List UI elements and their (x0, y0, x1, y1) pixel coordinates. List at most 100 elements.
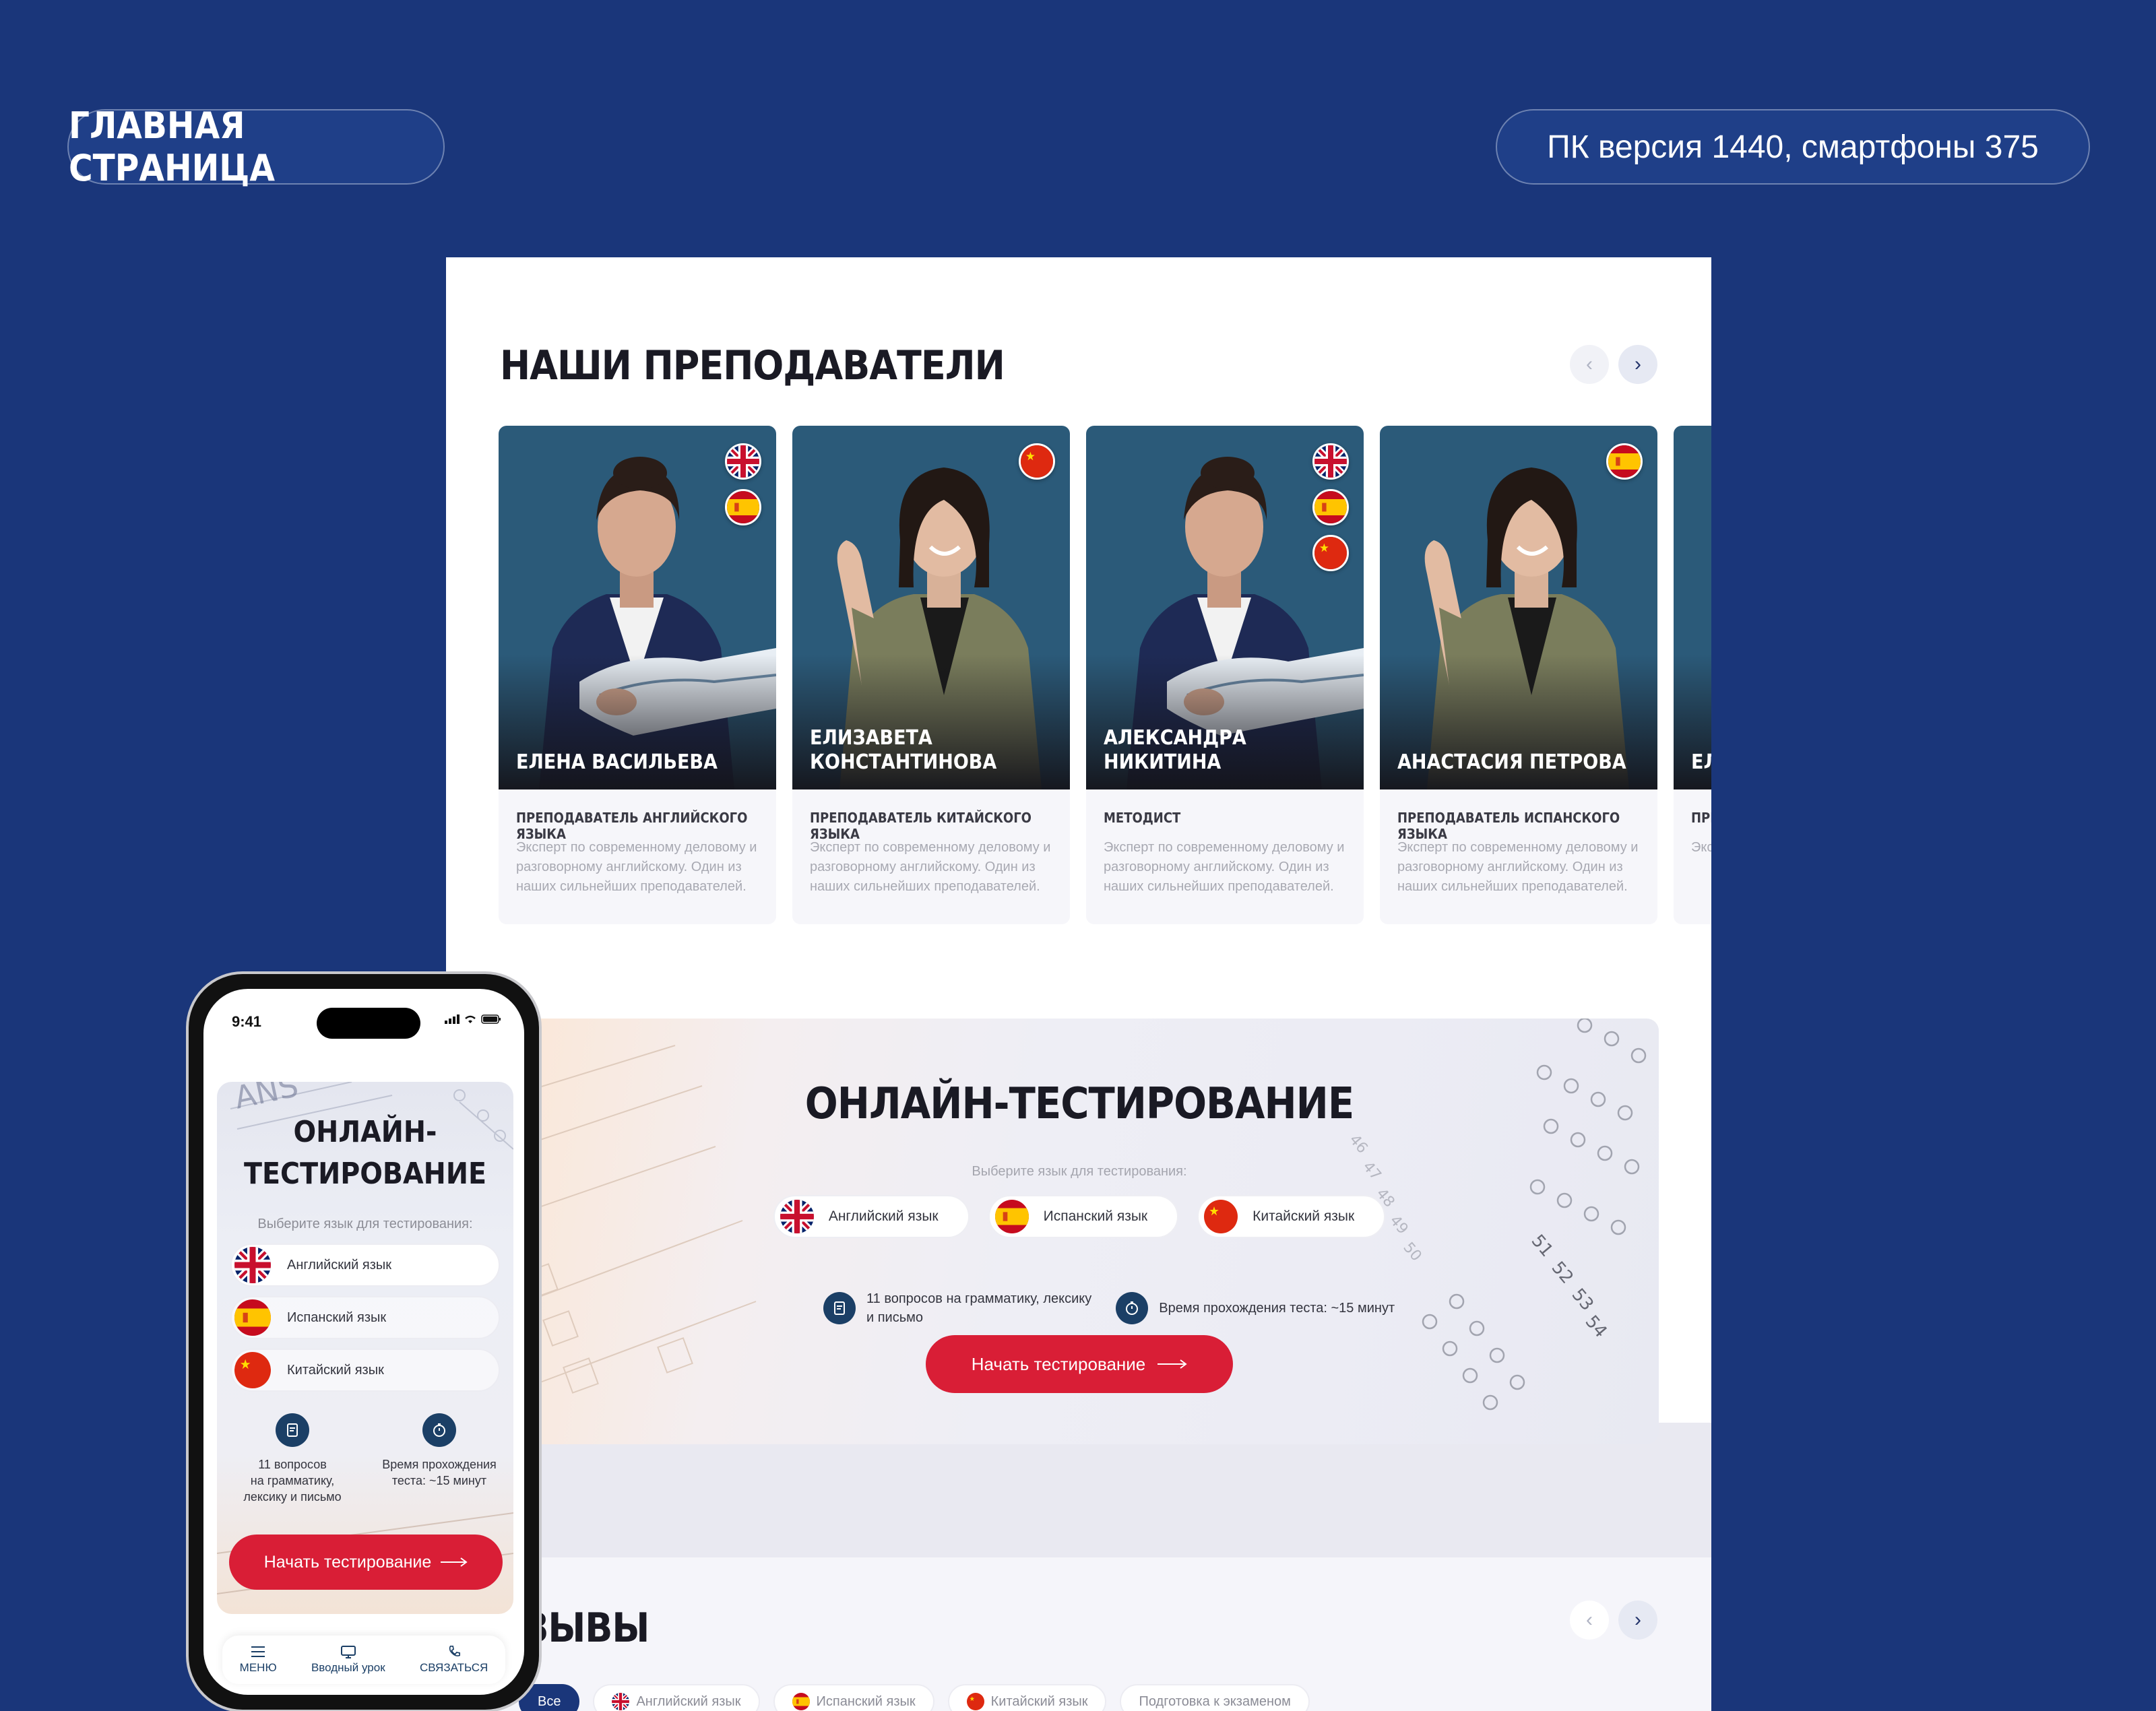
test-sheet-icon (823, 1292, 856, 1324)
testing-title: ОНЛАЙН-ТЕСТИРОВАНИЕ (804, 1079, 1354, 1129)
teacher-name: ЕЛЕНА ВАСИЛЬЕВА (516, 750, 718, 774)
teacher-card-partial[interactable]: ЕЛ ПРЕ Экс деп анг сил (1674, 426, 1711, 924)
mobile-language-english[interactable]: Английский язык (230, 1244, 500, 1287)
teacher-photo: ЕЛ (1674, 426, 1711, 789)
teachers-next-button[interactable]: › (1618, 345, 1657, 384)
tab-contact[interactable]: СВЯЗАТЬСЯ (420, 1645, 488, 1675)
teacher-card[interactable]: ЕЛЕНА ВАСИЛЬЕВА ПРЕПОДАВАТЕЛЬ АНГЛИЙСКОГ… (499, 426, 776, 924)
filter-english[interactable]: Английский язык (593, 1684, 760, 1711)
chevron-left-icon: ‹ (1586, 1609, 1593, 1631)
questions-info: 11 вопросов на грамматику, лексику и пис… (823, 1289, 1091, 1327)
teacher-role: МЕТОДИСТ (1104, 810, 1181, 826)
teacher-name: АНАСТАСИЯ ПЕТРОВА (1397, 750, 1626, 774)
teacher-photo: АЛЕКСАНДРА НИКИТИНА (1086, 426, 1364, 789)
teacher-name: ЕЛИЗАВЕТА КОНСТАНТИНОВА (810, 726, 997, 774)
china-flag-icon (1312, 535, 1349, 571)
teacher-description: Эксперт по современному деловому и разго… (810, 840, 1051, 894)
teacher-name: ЕЛ (1691, 750, 1711, 774)
svg-text:46: 46 (1345, 1132, 1370, 1157)
filter-label: Английский язык (636, 1693, 741, 1709)
spain-flag-icon (792, 1693, 810, 1710)
start-testing-label: Начать тестирование (263, 1552, 432, 1572)
reviews-next-button[interactable]: › (1618, 1601, 1657, 1640)
language-label: Китайский язык (1253, 1208, 1355, 1224)
status-icons (445, 1014, 501, 1024)
desktop-mockup: НАШИ ПРЕПОДАВАТЕЛИ ‹ › ЕЛЕНА ВАСИЛЬЕВА П… (446, 257, 1711, 1711)
mobile-time-info: Время прохождения теста: ~15 минут (372, 1413, 507, 1489)
uk-flag-icon (1312, 443, 1349, 480)
uk-flag-icon (234, 1247, 271, 1283)
teacher-name: АЛЕКСАНДРА НИКИТИНА (1104, 726, 1246, 774)
phone-mockup: 9:41 ANS ОНЛАЙН- ТЕСТИРОВАНИЕ Выберите я… (186, 971, 542, 1711)
teacher-card[interactable]: АНАСТАСИЯ ПЕТРОВА ПРЕПОДАВАТЕЛЬ ИСПАНСКО… (1380, 426, 1657, 924)
filter-exam-prep[interactable]: Подготовка к экзаменом (1120, 1684, 1310, 1711)
teacher-card[interactable]: АЛЕКСАНДРА НИКИТИНА МЕТОДИСТ Эксперт по … (1086, 426, 1364, 924)
versions-label-pill: ПК версия 1440, смартфоны 375 (1496, 109, 2090, 185)
mobile-time-l1: Время прохождения (382, 1458, 497, 1471)
arrow-right-icon (1158, 1359, 1187, 1369)
filter-label: Китайский язык (990, 1693, 1088, 1709)
teachers-title: НАШИ ПРЕПОДАВАТЕЛИ (500, 342, 1005, 389)
teacher-description: Эксперт по современному деловому и разго… (1397, 840, 1639, 894)
mobile-title-line2: ТЕСТИРОВАНИЕ (244, 1157, 486, 1191)
mobile-language-chinese[interactable]: Китайский язык (230, 1349, 500, 1392)
testing-banner: 46 47 48 49 50 51 52 53 54 ОНЛАЙН-ТЕСТИР… (500, 1019, 1659, 1444)
tab-label: Вводный урок (311, 1661, 385, 1674)
menu-icon (251, 1646, 265, 1657)
reviews-prev-button[interactable]: ‹ (1570, 1601, 1609, 1640)
teacher-description: Экс деп анг сил (1691, 840, 1711, 855)
page-label-pill: ГЛАВНАЯ СТРАНИЦА (67, 104, 445, 189)
questions-info-line1: 11 вопросов на грамматику, лексику (866, 1291, 1092, 1306)
uk-flag-icon (725, 443, 761, 480)
mobile-language-spanish[interactable]: Испанский язык (230, 1296, 500, 1339)
time-info-text: Время прохождения теста: ~15 минут (1159, 1301, 1395, 1316)
filter-label: Подготовка к экзаменом (1139, 1693, 1291, 1709)
spain-flag-icon (995, 1200, 1029, 1233)
phone-screen: 9:41 ANS ОНЛАЙН- ТЕСТИРОВАНИЕ Выберите я… (203, 989, 524, 1695)
tab-label: МЕНЮ (239, 1661, 277, 1674)
mobile-start-testing-button[interactable]: Начать тестирование (229, 1535, 503, 1590)
teacher-photo: АНАСТАСИЯ ПЕТРОВА (1380, 426, 1657, 789)
filter-label: Все (538, 1693, 561, 1709)
chevron-right-icon: › (1635, 1609, 1641, 1631)
teacher-description: Эксперт по современному деловому и разго… (516, 840, 757, 894)
page-label: ГЛАВНАЯ СТРАНИЦА (69, 104, 275, 189)
language-option-english[interactable]: Английский язык (773, 1195, 970, 1238)
start-testing-button[interactable]: Начать тестирование (926, 1335, 1233, 1393)
mobile-questions-l3: лексику и письмо (243, 1490, 342, 1504)
testing-info: 11 вопросов на грамматику, лексику и пис… (823, 1289, 1395, 1327)
filter-spanish[interactable]: Испанский язык (773, 1684, 934, 1711)
start-testing-label: Начать тестирование (971, 1353, 1146, 1374)
mobile-testing-title: ОНЛАЙН- ТЕСТИРОВАНИЕ (217, 1111, 513, 1195)
mobile-testing-card: ANS ОНЛАЙН- ТЕСТИРОВАНИЕ Выберите язык д… (217, 1082, 513, 1614)
monitor-icon (340, 1646, 356, 1658)
teachers-carousel: ЕЛЕНА ВАСИЛЬЕВА ПРЕПОДАВАТЕЛЬ АНГЛИЙСКОГ… (499, 426, 1711, 924)
language-option-chinese[interactable]: Китайский язык (1197, 1195, 1386, 1238)
battery-icon (481, 1014, 501, 1024)
testing-subtitle: Выберите язык для тестирования: (972, 1164, 1187, 1179)
tab-intro-lesson[interactable]: Вводный урок (311, 1645, 385, 1675)
language-selector: Английский язык Испанский язык Китайский… (500, 1195, 1659, 1238)
language-option-spanish[interactable]: Испанский язык (988, 1195, 1179, 1238)
mobile-testing-subtitle: Выберите язык для тестирования: (257, 1217, 473, 1231)
dynamic-island (317, 1008, 420, 1039)
filter-label: Испанский язык (816, 1693, 916, 1709)
time-info: Время прохождения теста: ~15 минут (1116, 1289, 1395, 1327)
mobile-questions-l1: 11 вопросов (258, 1458, 327, 1471)
chevron-left-icon: ‹ (1586, 353, 1593, 375)
status-time: 9:41 (232, 1013, 262, 1030)
arrow-right-icon (441, 1557, 468, 1567)
test-sheet-icon (276, 1413, 309, 1447)
wifi-icon (465, 1015, 476, 1023)
uk-flag-icon (780, 1200, 814, 1233)
reviews-filters: Все Английский язык Испанский язык Китай… (519, 1684, 1310, 1711)
mobile-time-l2: теста: ~15 минут (391, 1474, 487, 1487)
language-label: Испанский язык (1043, 1208, 1148, 1224)
uk-flag-icon (612, 1693, 629, 1710)
mobile-questions-info: 11 вопросов на грамматику, лексику и пис… (225, 1413, 360, 1505)
tab-menu[interactable]: МЕНЮ (240, 1645, 277, 1675)
teacher-role: ПРЕ (1691, 810, 1711, 826)
teacher-card[interactable]: ЕЛИЗАВЕТА КОНСТАНТИНОВА ПРЕПОДАВАТЕЛЬ КИ… (792, 426, 1070, 924)
filter-chinese[interactable]: Китайский язык (947, 1684, 1107, 1711)
teachers-prev-button[interactable]: ‹ (1570, 345, 1609, 384)
